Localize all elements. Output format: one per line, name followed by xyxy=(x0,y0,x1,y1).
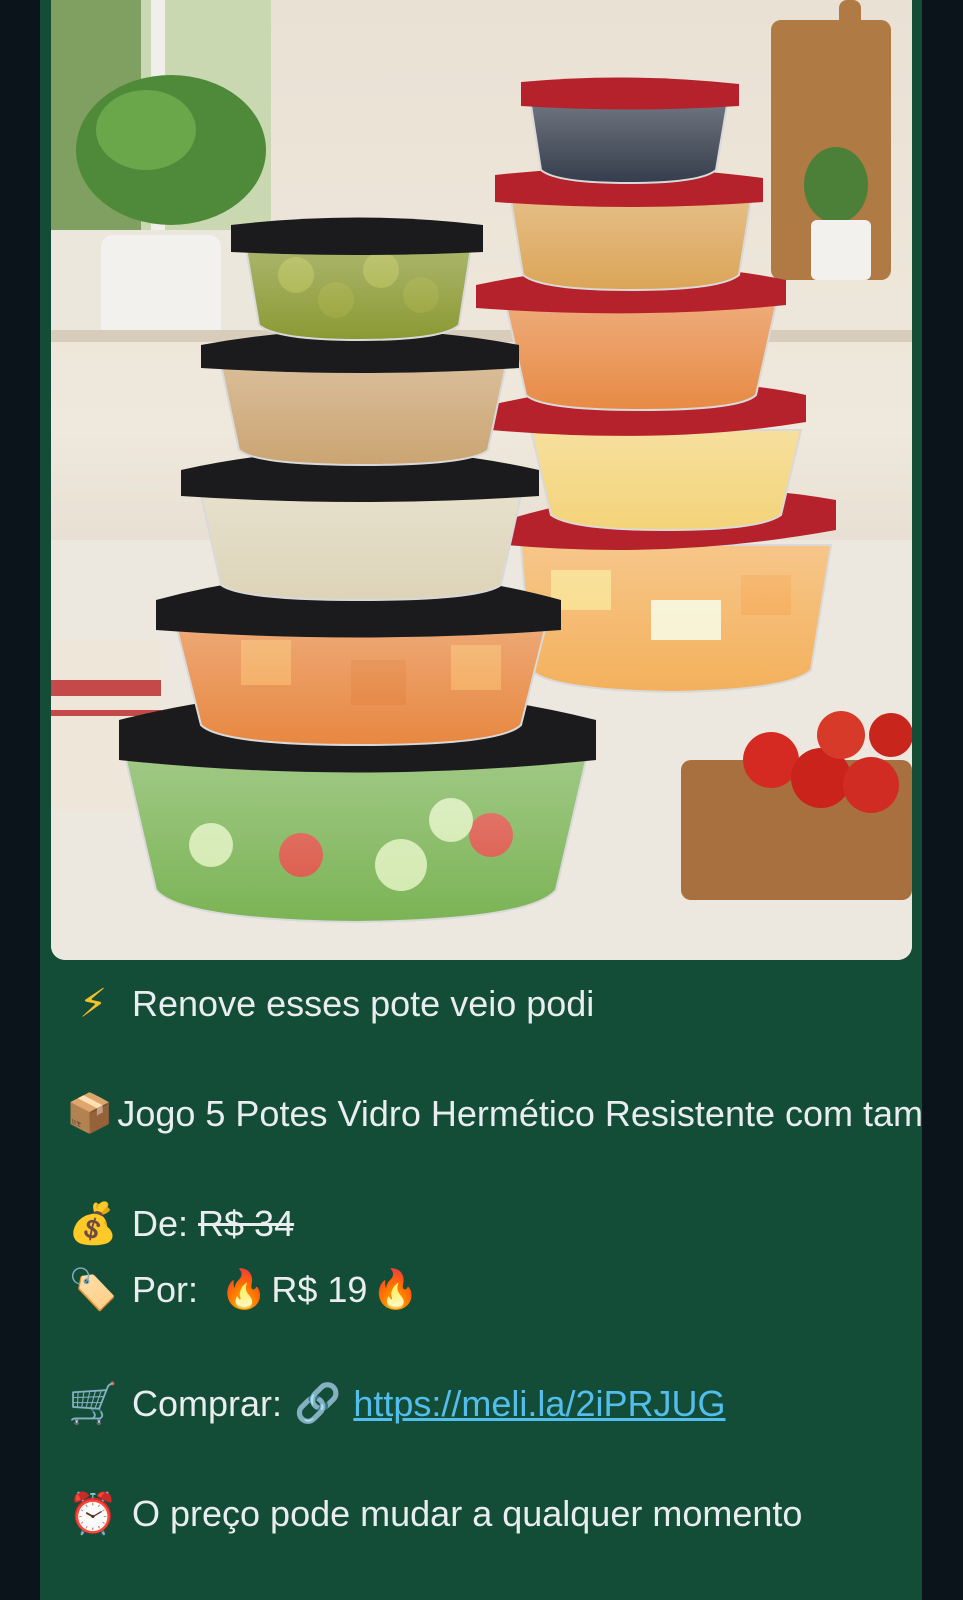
notice-line: ⏰ O preço pode mudar a qualquer momento xyxy=(66,1488,896,1540)
fire-icon: 🔥 xyxy=(220,1269,268,1311)
product-title-line: 📦 Jogo 5 Potes Vidro Hermético Resistente… xyxy=(66,1088,922,1140)
new-price-line: 🏷️ Por: 🔥 R$ 19 🔥 xyxy=(66,1264,896,1316)
price-tag-icon: 🏷️ xyxy=(68,1268,118,1312)
buy-link[interactable]: https://meli.la/2iPRJUG xyxy=(353,1378,725,1430)
old-price-line: 💰 De: R$ 34 xyxy=(66,1198,896,1250)
alarm-clock-icon: ⏰ xyxy=(68,1492,118,1536)
money-bag-icon: 💰 xyxy=(68,1202,118,1246)
shopping-cart-icon: 🛒 xyxy=(68,1382,118,1426)
product-photo[interactable] xyxy=(51,0,912,960)
buy-label: Comprar: xyxy=(132,1383,283,1424)
new-price-value: R$ 19 xyxy=(271,1269,368,1310)
product-photo-illustration xyxy=(51,0,912,960)
old-price-label: De: xyxy=(132,1203,189,1244)
notice-text: O preço pode mudar a qualquer momento xyxy=(132,1493,803,1534)
message-bubble: ⚡ Renove esses pote veio podi 📦 Jogo 5 Po… xyxy=(40,0,922,1600)
buy-line: 🛒 Comprar: 🔗 https://meli.la/2iPRJUG xyxy=(66,1378,896,1430)
product-title: Jogo 5 Potes Vidro Hermético Resistente … xyxy=(117,1093,922,1134)
headline: Renove esses pote veio podi xyxy=(132,983,595,1024)
headline-line: ⚡ Renove esses pote veio podi xyxy=(66,978,896,1030)
lightning-icon: ⚡ xyxy=(78,982,108,1026)
message-text: ⚡ Renove esses pote veio podi 📦 Jogo 5 Po… xyxy=(66,978,922,1540)
new-price-label: Por: xyxy=(132,1269,199,1310)
old-price-value: R$ 34 xyxy=(198,1203,295,1244)
fire-icon: 🔥 xyxy=(371,1269,419,1311)
link-icon: 🔗 xyxy=(294,1383,342,1425)
package-icon: 📦 xyxy=(66,1093,114,1135)
